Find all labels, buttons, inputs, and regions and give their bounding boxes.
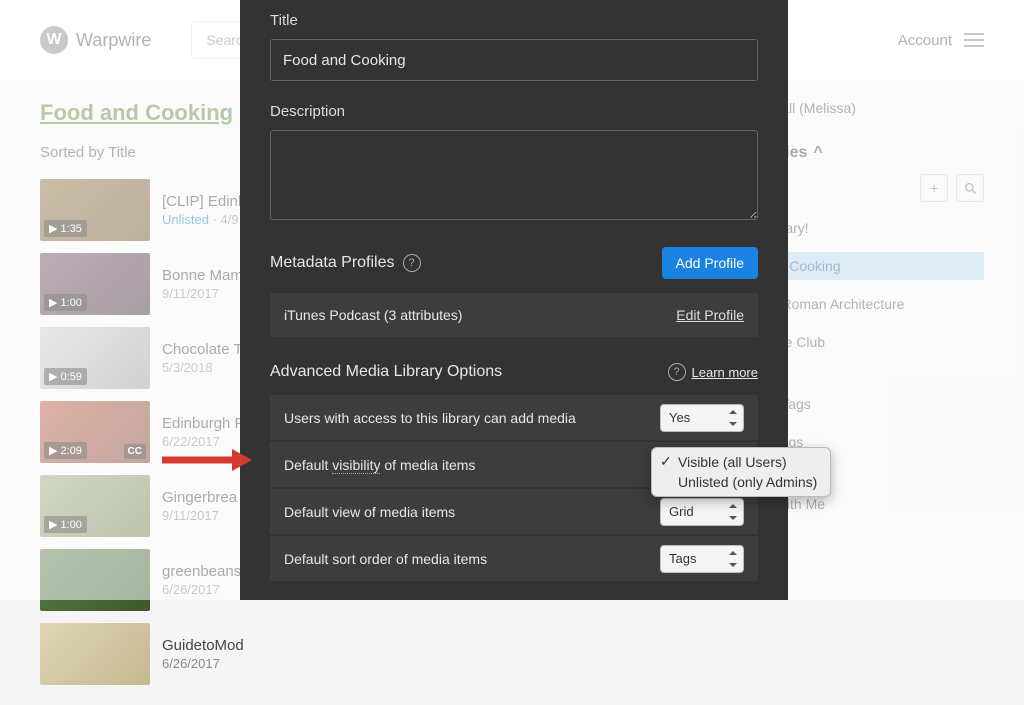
description-label: Description: [270, 103, 758, 120]
option-label: Default sort order of media items: [284, 551, 487, 567]
profile-name: iTunes Podcast (3 attributes): [284, 307, 462, 323]
view-select[interactable]: Grid: [660, 498, 744, 526]
media-date: 6/26/2017: [162, 656, 244, 671]
edit-profile-link[interactable]: Edit Profile: [676, 307, 744, 323]
list-item[interactable]: GuidetoMod 6/26/2017: [40, 623, 714, 685]
option-label: Default visibility of media items: [284, 457, 475, 473]
title-input[interactable]: [270, 39, 758, 81]
metadata-heading: Metadata Profiles: [270, 254, 395, 272]
option-label: Default view of media items: [284, 504, 455, 520]
learn-more-link[interactable]: ? Learn more: [668, 363, 758, 381]
visibility-dropdown: Visible (all Users) Unlisted (only Admin…: [651, 447, 831, 497]
settings-dialog: Title Description Metadata Profiles ? Ad…: [240, 0, 788, 600]
option-row-sort: Default sort order of media items Tags: [270, 536, 758, 581]
help-icon[interactable]: ?: [403, 254, 421, 272]
option-label: Users with access to this library can ad…: [284, 410, 576, 426]
dropdown-option-unlisted[interactable]: Unlisted (only Admins): [652, 472, 830, 492]
help-icon: ?: [668, 363, 686, 381]
advanced-heading: Advanced Media Library Options: [270, 363, 502, 381]
profile-row: iTunes Podcast (3 attributes) Edit Profi…: [270, 293, 758, 337]
annotation-arrow: [162, 447, 252, 473]
option-row-add-media: Users with access to this library can ad…: [270, 395, 758, 440]
add-profile-button[interactable]: Add Profile: [662, 247, 758, 279]
dropdown-option-visible[interactable]: Visible (all Users): [652, 452, 830, 472]
title-label: Title: [270, 12, 758, 29]
media-title: GuidetoMod: [162, 637, 244, 654]
learn-more-text: Learn more: [692, 365, 758, 380]
sort-select[interactable]: Tags: [660, 545, 744, 573]
add-media-select[interactable]: Yes: [660, 404, 744, 432]
description-input[interactable]: [270, 130, 758, 220]
